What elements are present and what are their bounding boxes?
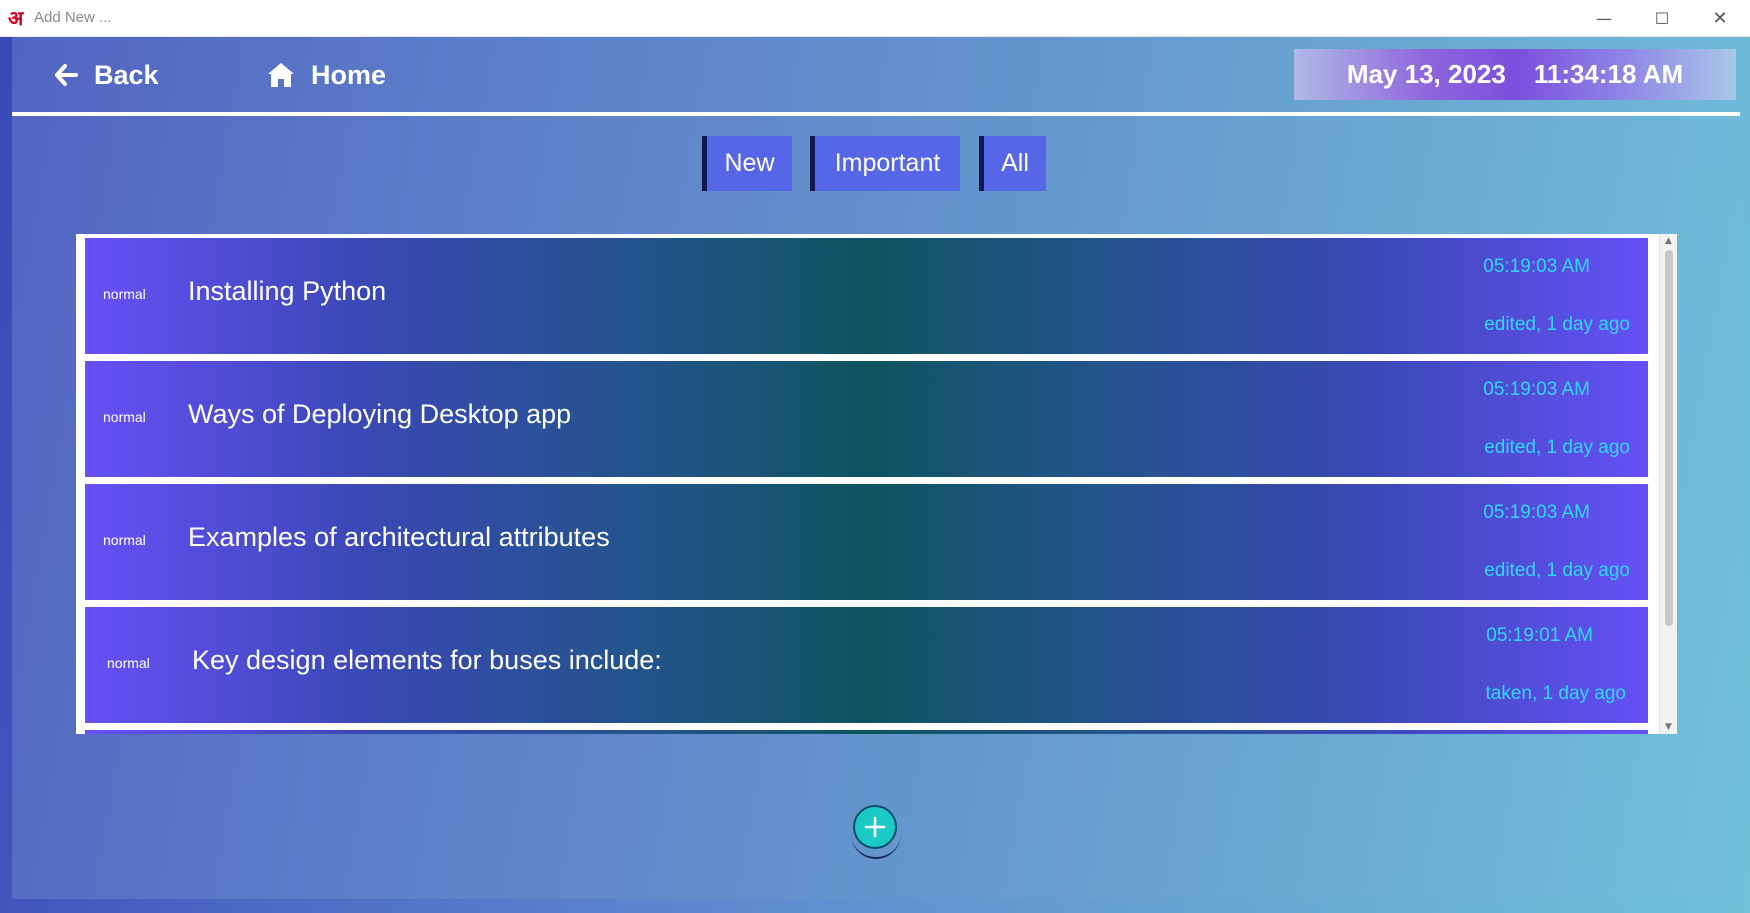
list-scrollbar[interactable]: ▲ ▼ bbox=[1659, 234, 1677, 734]
note-status: edited, 1 day ago bbox=[1484, 314, 1630, 335]
home-button[interactable]: Home bbox=[267, 57, 386, 93]
scroll-down-icon[interactable]: ▼ bbox=[1660, 720, 1677, 734]
list-item[interactable]: normal Installing Python 05:19:03 AM edi… bbox=[85, 238, 1648, 354]
note-status: edited, 1 day ago bbox=[1484, 437, 1630, 458]
home-label: Home bbox=[311, 59, 387, 90]
home-icon bbox=[268, 63, 294, 87]
tab-important[interactable]: Important bbox=[810, 136, 960, 191]
arrow-left-icon bbox=[55, 64, 78, 86]
note-time: 05:19:03 AM bbox=[1483, 256, 1590, 277]
notes-list: normal Installing Python 05:19:03 AM edi… bbox=[76, 234, 1677, 734]
tab-all[interactable]: All bbox=[979, 136, 1046, 191]
close-button[interactable]: ✕ bbox=[1691, 0, 1749, 37]
list-item[interactable]: normal Ways of Deploying Desktop app 05:… bbox=[85, 361, 1648, 477]
add-note-button[interactable] bbox=[853, 805, 897, 849]
current-date: May 13, 2023 bbox=[1346, 59, 1506, 89]
list-item[interactable] bbox=[85, 730, 1648, 734]
scroll-thumb[interactable] bbox=[1665, 250, 1673, 626]
minimize-button[interactable]: — bbox=[1575, 0, 1633, 37]
plus-icon bbox=[864, 816, 886, 838]
window-title: Add New ... bbox=[34, 9, 112, 26]
datetime-display: May 13, 2023 11:34:18 AM bbox=[1294, 49, 1736, 100]
note-title: Examples of architectural attributes bbox=[188, 522, 610, 552]
priority-label: normal bbox=[103, 409, 146, 425]
note-title: Installing Python bbox=[188, 276, 387, 306]
main-panel: Back Home May 13, 2023 11:34:18 AM New I… bbox=[12, 37, 1740, 899]
note-time: 05:19:01 AM bbox=[1486, 625, 1593, 646]
window-titlebar: अ Add New ... — ☐ ✕ bbox=[0, 0, 1750, 37]
scroll-up-icon[interactable]: ▲ bbox=[1660, 234, 1677, 248]
note-status: edited, 1 day ago bbox=[1484, 560, 1630, 581]
note-title: Ways of Deploying Desktop app bbox=[188, 399, 572, 429]
current-time: 11:34:18 AM bbox=[1533, 59, 1684, 89]
priority-label: normal bbox=[107, 655, 150, 671]
note-time: 05:19:03 AM bbox=[1483, 379, 1590, 400]
list-item[interactable]: normal Examples of architectural attribu… bbox=[85, 484, 1648, 600]
note-time: 05:19:03 AM bbox=[1483, 502, 1590, 523]
list-item[interactable]: normal Key design elements for buses inc… bbox=[85, 607, 1648, 723]
tab-new[interactable]: New bbox=[702, 136, 792, 191]
note-title: Key design elements for buses include: bbox=[192, 645, 662, 675]
priority-label: normal bbox=[103, 532, 146, 548]
maximize-button[interactable]: ☐ bbox=[1633, 0, 1691, 37]
back-label: Back bbox=[94, 59, 159, 90]
back-button[interactable]: Back bbox=[54, 57, 159, 93]
note-status: taken, 1 day ago bbox=[1485, 683, 1627, 704]
nav-divider bbox=[12, 112, 1740, 116]
priority-label: normal bbox=[103, 286, 146, 302]
app-logo: अ bbox=[8, 6, 23, 30]
app-frame: Back Home May 13, 2023 11:34:18 AM New I… bbox=[0, 37, 1750, 913]
